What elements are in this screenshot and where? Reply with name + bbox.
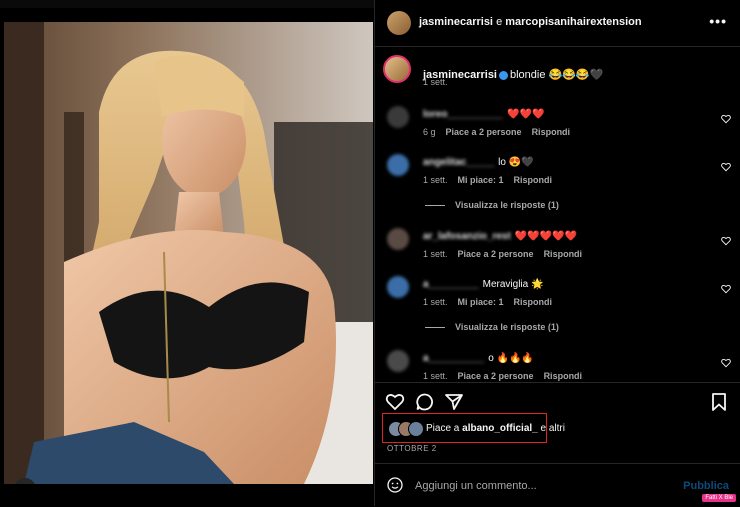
heart-icon[interactable] [721,358,731,368]
comment-likes[interactable]: Piace a 2 persone [446,127,522,137]
comment-line: ar_lafosanzio_rest ❤️❤️❤️❤️❤️ [423,231,577,242]
comment-username[interactable]: loreo__________ [423,109,503,120]
liked-by-text: Piace a albano_official_ e altri [426,423,565,434]
post-header: jasminecarrisi e marcopisanihairextensio… [375,0,740,47]
emoji-icon[interactable] [387,477,403,493]
comment-time: 1 sett. [423,249,448,259]
comment-icon[interactable] [415,392,435,412]
comment-likes[interactable]: Piace a 2 persone [458,371,534,381]
comment-text: o 🔥🔥🔥 [488,353,534,364]
comment-avatar[interactable] [387,350,409,372]
post-date: OTTOBRE 2 [387,444,437,453]
comment-meta: 1 sett. Piace a 2 persone Rispondi [423,371,592,381]
comment-avatar[interactable] [387,106,409,128]
comment-line: a__________ o 🔥🔥🔥 [423,353,534,364]
comment-avatar[interactable] [387,228,409,250]
watermark-badge: Fatti X Ble [702,494,736,502]
reply-button[interactable]: Rispondi [514,297,553,307]
view-replies-button[interactable]: Visualizza le risposte (1) [425,322,559,332]
comment-avatar[interactable] [387,154,409,176]
comment-text: ❤️❤️❤️❤️❤️ [514,231,578,242]
heart-icon[interactable] [721,114,731,124]
comment-time: 1 sett. [423,175,448,185]
comment-item: a__________ o 🔥🔥🔥 1 sett. Piace a 2 person… [375,350,740,382]
comment-input[interactable]: Aggiungi un commento... [415,480,537,492]
heart-icon[interactable] [721,236,731,246]
view-replies-button[interactable]: Visualizza le risposte (1) [425,200,559,210]
liked-by[interactable]: Piace a albano_official_ e altri [382,413,565,443]
liked-by-prefix: Piace a [426,423,460,434]
comment-meta: 1 sett. Mi piace: 1 Rispondi [423,297,562,307]
comment-time: 1 sett. [423,297,448,307]
reply-button[interactable]: Rispondi [532,127,571,137]
comment-text: ❤️❤️❤️ [507,109,545,120]
comment-username[interactable]: a__________ [423,353,484,364]
comment-meta: 1 sett. Piace a 2 persone Rispondi [423,249,592,259]
caption-text: blondie 😂😂😂🖤 [510,69,604,81]
caption-line: jasminecarrisi blondie 😂😂😂🖤 [423,68,603,81]
reply-button[interactable]: Rispondi [544,249,583,259]
comment-composer: Aggiungi un commento... Pubblica [375,463,740,507]
caption-avatar[interactable] [383,55,411,83]
comment-time: 1 sett. [423,371,448,381]
liker-avatar [408,421,424,437]
header-user2-link[interactable]: marcopisanihairextension [505,16,641,28]
reply-button[interactable]: Rispondi [514,175,553,185]
comment-text: Meraviglia 🌟 [482,279,544,290]
comment-username[interactable]: a_________ [423,279,479,290]
comments-list[interactable]: jasminecarrisi blondie 😂😂😂🖤 1 sett. loreo… [375,46,740,382]
liked-by-user[interactable]: albano_official_ [462,423,538,434]
comment-item: a_________ Meraviglia 🌟 1 sett. Mi piace: … [375,276,740,336]
header-user1-link[interactable]: jasminecarrisi [419,16,493,28]
comment-line: angelitac_____ lo 😍🖤 [423,157,534,168]
post-photo[interactable] [4,22,373,484]
comment-likes[interactable]: Mi piace: 1 [458,175,504,185]
comment-username[interactable]: ar_lafosanzio_rest [423,231,511,242]
comment-username[interactable]: angelitac_____ [423,157,494,168]
heart-icon[interactable] [721,284,731,294]
header-avatar[interactable] [387,11,411,35]
reply-button[interactable]: Rispondi [544,371,583,381]
comment-likes[interactable]: Mi piace: 1 [458,297,504,307]
comment-meta: 6 g Piace a 2 persone Rispondi [423,127,580,137]
caption-time: 1 sett. [423,77,448,87]
comment-line: a_________ Meraviglia 🌟 [423,279,543,290]
post-side-panel: jasminecarrisi e marcopisanihairextensio… [374,0,740,506]
publish-button[interactable]: Pubblica [683,480,729,492]
share-icon[interactable] [444,392,464,412]
comment-line: loreo__________ ❤️❤️❤️ [423,109,544,120]
comment-avatar[interactable] [387,276,409,298]
comment-meta: 1 sett. Mi piace: 1 Rispondi [423,175,562,185]
heart-icon[interactable] [721,162,731,172]
verified-icon [499,70,508,80]
comment-likes[interactable]: Piace a 2 persone [458,249,534,259]
header-conjunction: e [496,16,503,28]
header-title: jasminecarrisi e marcopisanihairextensio… [419,16,642,28]
comment-text: lo 😍🖤 [498,157,534,168]
heart-icon[interactable] [385,392,405,412]
liked-by-suffix[interactable]: e altri [541,423,565,434]
more-icon[interactable]: ••• [709,13,727,29]
comment-time: 6 g [423,127,436,137]
comment-item: angelitac_____ lo 😍🖤 1 sett. Mi piace: 1 Ri… [375,154,740,214]
bookmark-icon[interactable] [709,392,729,412]
